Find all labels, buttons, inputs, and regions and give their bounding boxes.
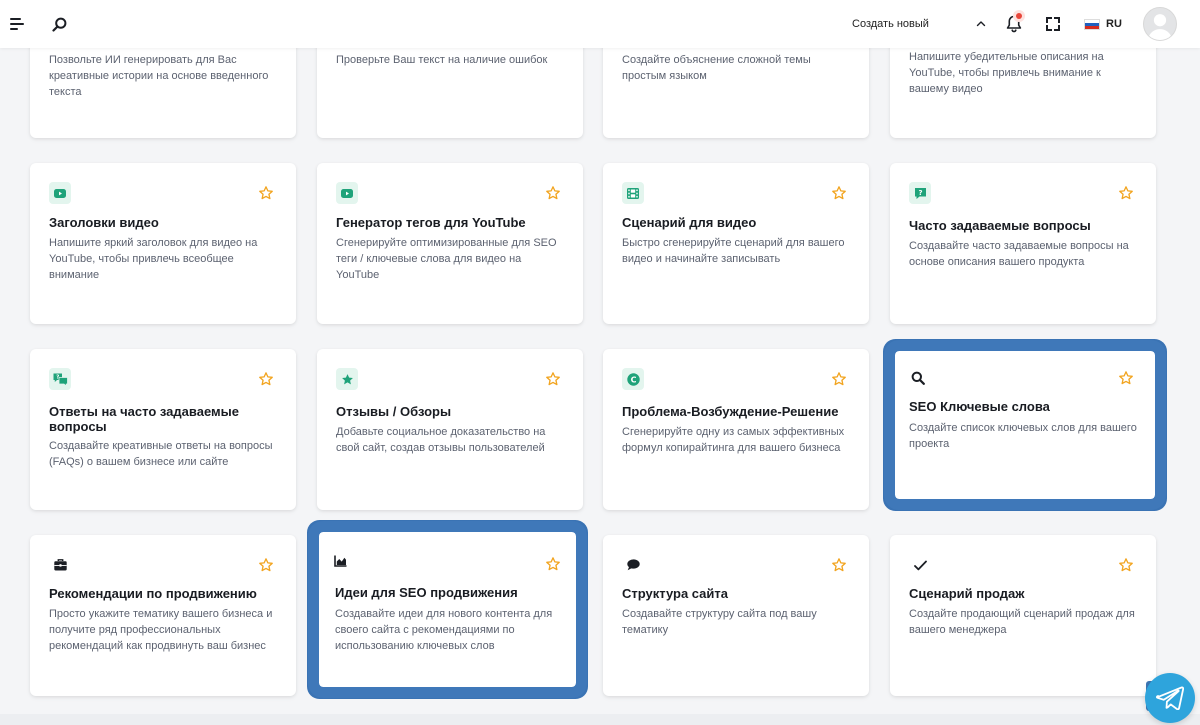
svg-text:?: ? (56, 374, 59, 380)
notification-dot (1016, 13, 1022, 19)
favorite-star-icon[interactable] (545, 371, 561, 387)
card-description: Создайте список ключевых слов для вашего… (909, 422, 1137, 450)
card-title: Ответы на часто задаваемые вопросы (49, 404, 239, 434)
card-title: Сценарий продаж (909, 586, 1025, 601)
favorite-star-icon[interactable] (258, 185, 274, 201)
card-description: Проверьте Ваш текст на наличие ошибок (336, 54, 548, 66)
favorite-star-icon[interactable] (1118, 370, 1134, 386)
card-description: Создавайте креативные ответы на вопросы … (49, 440, 273, 468)
star-badge-icon (336, 368, 358, 390)
tool-card-youtube-tags[interactable]: Генератор тегов для YouTube Сгенерируйте… (317, 163, 583, 324)
card-description: Напишите убедительные описания на YouTub… (909, 51, 1104, 95)
card-description: Сгенерируйте одну из самых эффективных ф… (622, 426, 845, 454)
tool-card-faq-answers[interactable]: ? Ответы на часто задаваемые вопросы Соз… (30, 349, 296, 510)
card-title: Структура сайта (622, 586, 728, 601)
tool-card-testimonials[interactable]: Отзывы / Обзоры Добавьте социальное дока… (317, 349, 583, 510)
search-icon (907, 367, 929, 389)
card-title: Рекомендации по продвижению (49, 586, 257, 601)
card-title: Сценарий для видео (622, 215, 757, 230)
faq-chat-icon: ? (49, 368, 71, 390)
tool-card-faq[interactable]: ? Часто задаваемые вопросы Создавайте ча… (890, 163, 1156, 324)
tool-card-pas-formula[interactable]: C Проблема-Возбуждение-Решение Сгенериру… (603, 349, 869, 510)
card-description: Просто укажите тематику вашего бизнеса и… (49, 608, 273, 652)
svg-text:C: C (630, 375, 636, 384)
telegram-icon (1156, 686, 1184, 710)
film-icon (622, 182, 644, 204)
card-description: Создавайте часто задаваемые вопросы на о… (909, 240, 1129, 268)
tool-card-sales-script[interactable]: Сценарий продаж Создайте продающий сцена… (890, 535, 1156, 696)
card-description: Создайте продающий сценарий продаж для в… (909, 608, 1135, 636)
language-label: RU (1106, 18, 1122, 30)
svg-text:?: ? (918, 189, 922, 197)
card-description: Сгенерируйте оптимизированные для SEO те… (336, 237, 557, 281)
card-title: Заголовки видео (49, 215, 159, 230)
search-icon[interactable] (48, 13, 70, 35)
card-title: Часто задаваемые вопросы (909, 218, 1091, 233)
check-icon (909, 554, 931, 576)
favorite-star-icon[interactable] (831, 185, 847, 201)
youtube-icon (49, 182, 71, 204)
favorite-star-icon[interactable] (545, 556, 561, 572)
tool-card-video-script[interactable]: Сценарий для видео Быстро сгенерируйте с… (603, 163, 869, 324)
tools-grid: Позвольте ИИ генерировать для Вас креати… (0, 0, 1200, 725)
page-footer (0, 714, 1200, 725)
favorite-star-icon[interactable] (831, 557, 847, 573)
avatar[interactable] (1143, 7, 1177, 41)
tool-card-seo-ideas[interactable]: Идеи для SEO продвижения Создавайте идеи… (308, 521, 587, 698)
card-description: Быстро сгенерируйте сценарий для вашего … (622, 237, 845, 265)
chevron-up-icon (976, 21, 986, 27)
language-switcher[interactable]: RU (1084, 16, 1124, 32)
top-bar: Создать новый RU (0, 0, 1200, 48)
favorite-star-icon[interactable] (831, 371, 847, 387)
russia-flag-icon (1084, 18, 1100, 30)
telegram-button[interactable] (1145, 673, 1195, 723)
favorite-star-icon[interactable] (545, 185, 561, 201)
fullscreen-icon[interactable] (1042, 13, 1064, 35)
card-title: SEO Ключевые слова (909, 399, 1050, 414)
menu-icon[interactable] (8, 14, 26, 34)
tool-card-site-structure[interactable]: Структура сайта Создавайте структуру сай… (603, 535, 869, 696)
card-description: Напишите яркий заголовок для видео на Yo… (49, 237, 258, 281)
card-title: Отзывы / Обзоры (336, 404, 452, 419)
create-new-button[interactable]: Создать новый (852, 12, 988, 36)
card-title: Проблема-Возбуждение-Решение (622, 404, 839, 419)
comment-icon (622, 554, 644, 576)
favorite-star-icon[interactable] (1118, 557, 1134, 573)
tool-card-seo-keywords[interactable]: SEO Ключевые слова Создайте список ключе… (884, 340, 1166, 510)
tool-card-promotion-tips[interactable]: Рекомендации по продвижению Просто укажи… (30, 535, 296, 696)
copyright-icon: C (622, 368, 644, 390)
favorite-star-icon[interactable] (1118, 185, 1134, 201)
card-description: Создавайте структуру сайта под вашу тема… (622, 608, 817, 636)
tool-card-video-titles[interactable]: Заголовки видео Напишите яркий заголовок… (30, 163, 296, 324)
question-chat-icon: ? (909, 182, 931, 204)
card-description: Добавьте социальное доказательство на св… (336, 426, 546, 454)
card-title: Генератор тегов для YouTube (336, 215, 526, 230)
card-description: Создавайте идеи для нового контента для … (335, 608, 553, 652)
favorite-star-icon[interactable] (258, 371, 274, 387)
card-title: Идеи для SEO продвижения (335, 585, 518, 600)
youtube-icon (336, 182, 358, 204)
bell-icon[interactable] (1002, 12, 1026, 36)
create-new-label: Создать новый (852, 18, 929, 30)
area-chart-icon (329, 550, 351, 572)
card-description: Позвольте ИИ генерировать для Вас креати… (49, 54, 269, 98)
briefcase-icon (49, 554, 71, 576)
card-description: Создайте объяснение сложной темы простым… (622, 54, 811, 82)
favorite-star-icon[interactable] (258, 557, 274, 573)
